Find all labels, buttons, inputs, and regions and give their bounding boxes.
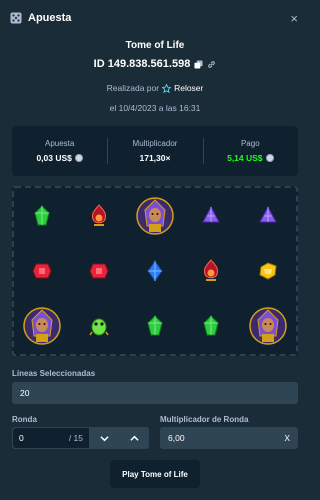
slot-board (12, 186, 298, 356)
round-decrement-button[interactable] (89, 427, 119, 449)
green-gem-icon (147, 315, 163, 336)
bet-amount: 0,03 US$ (36, 153, 72, 163)
slot-symbol-pharaoh-wild (240, 299, 296, 354)
lines-input[interactable]: 20 (12, 382, 298, 404)
slot-symbol-red-gem (14, 243, 70, 298)
slot-symbol-red-fire-orb (183, 243, 239, 298)
round-total: / 15 (68, 433, 83, 443)
round-value: 0 (19, 433, 24, 443)
stat-multiplier: Multiplicador 171,30× (107, 126, 202, 176)
user-link[interactable]: Reloser (174, 83, 203, 93)
slot-symbol-green-gem (14, 188, 70, 243)
modal-header: Apuesta × (0, 0, 310, 36)
round-input[interactable]: 0 / 15 (13, 428, 89, 448)
pharaoh-wild-icon (23, 307, 61, 346)
chevron-down-icon (99, 435, 109, 441)
stat-value: 5,14 US$ (227, 153, 274, 163)
lines-value: 20 (20, 388, 30, 398)
slot-symbol-purple-gem (183, 188, 239, 243)
coin-icon (265, 154, 274, 162)
made-by-row: Realizada por Reloser (0, 83, 310, 93)
stat-value: 171,30× (140, 153, 171, 163)
slot-symbol-green-gem (183, 299, 239, 354)
slot-symbol-pharaoh-wild (14, 299, 70, 354)
purple-gem-icon (258, 205, 277, 223)
slot-symbol-green-scarab (70, 299, 126, 354)
game-title[interactable]: Tome of Life (0, 40, 310, 51)
stat-label: Apuesta (44, 139, 75, 148)
chevron-up-icon (129, 435, 139, 441)
bet-id: ID 149.838.561.598 (93, 58, 191, 70)
play-game-button[interactable]: Play Tome of Life (110, 460, 200, 488)
purple-gem-icon (202, 205, 221, 223)
slot-symbol-red-fire-orb (70, 188, 126, 243)
slot-symbol-pharaoh-wild (127, 188, 183, 243)
bet-id-row: ID 149.838.561.598 (0, 58, 310, 70)
round-multiplier-value: 6,00 (168, 433, 185, 443)
modal-title: Apuesta (28, 12, 72, 24)
red-fire-orb-icon (91, 203, 106, 226)
copy-icon[interactable] (194, 59, 203, 69)
made-by-label: Realizada por (106, 83, 160, 93)
round-label: Ronda (12, 415, 37, 424)
multiplier-value: 171,30× (139, 153, 171, 163)
round-stepper: 0 / 15 (12, 427, 149, 449)
payout-amount: 5,14 US$ (227, 153, 263, 163)
close-icon[interactable]: × (290, 11, 298, 26)
stat-payout: Pago 5,14 US$ (202, 126, 298, 176)
red-gem-icon (32, 263, 52, 279)
coin-icon (74, 154, 83, 162)
lines-label: Líneas Seleccionadas (12, 369, 96, 378)
bet-stats-panel: Apuesta 0,03 US$ Multiplicador 171,30× P… (12, 126, 298, 176)
slot-symbol-purple-gem (240, 188, 296, 243)
red-fire-orb-icon (204, 259, 219, 281)
bet-date: el 10/4/2023 a las 16:31 (109, 103, 201, 113)
green-scarab-icon (88, 318, 109, 336)
pharaoh-wild-icon (136, 196, 174, 235)
round-multiplier-label: Multiplicador de Ronda (160, 415, 249, 424)
stat-bet: Apuesta 0,03 US$ (12, 126, 107, 176)
green-gem-icon (34, 204, 50, 226)
stat-label: Pago (240, 139, 260, 148)
multiplier-suffix: X (284, 433, 290, 443)
pharaoh-wild-icon (249, 307, 287, 346)
slot-symbol-red-gem (70, 243, 126, 298)
green-gem-icon (203, 315, 219, 336)
red-gem-icon (89, 263, 109, 279)
star-icon (162, 83, 172, 93)
round-multiplier-input[interactable]: 6,00 X (160, 427, 298, 449)
link-icon[interactable] (207, 60, 216, 69)
slot-symbol-blue-gem (127, 243, 183, 298)
slot-symbol-green-gem (127, 299, 183, 354)
dice-icon (10, 12, 22, 24)
blue-gem-icon (147, 260, 163, 282)
stat-label: Multiplicador (132, 139, 178, 148)
stat-value: 0,03 US$ (36, 153, 83, 163)
yellow-gem-icon (259, 262, 277, 280)
slot-symbol-yellow-gem (240, 243, 296, 298)
round-increment-button[interactable] (119, 427, 149, 449)
